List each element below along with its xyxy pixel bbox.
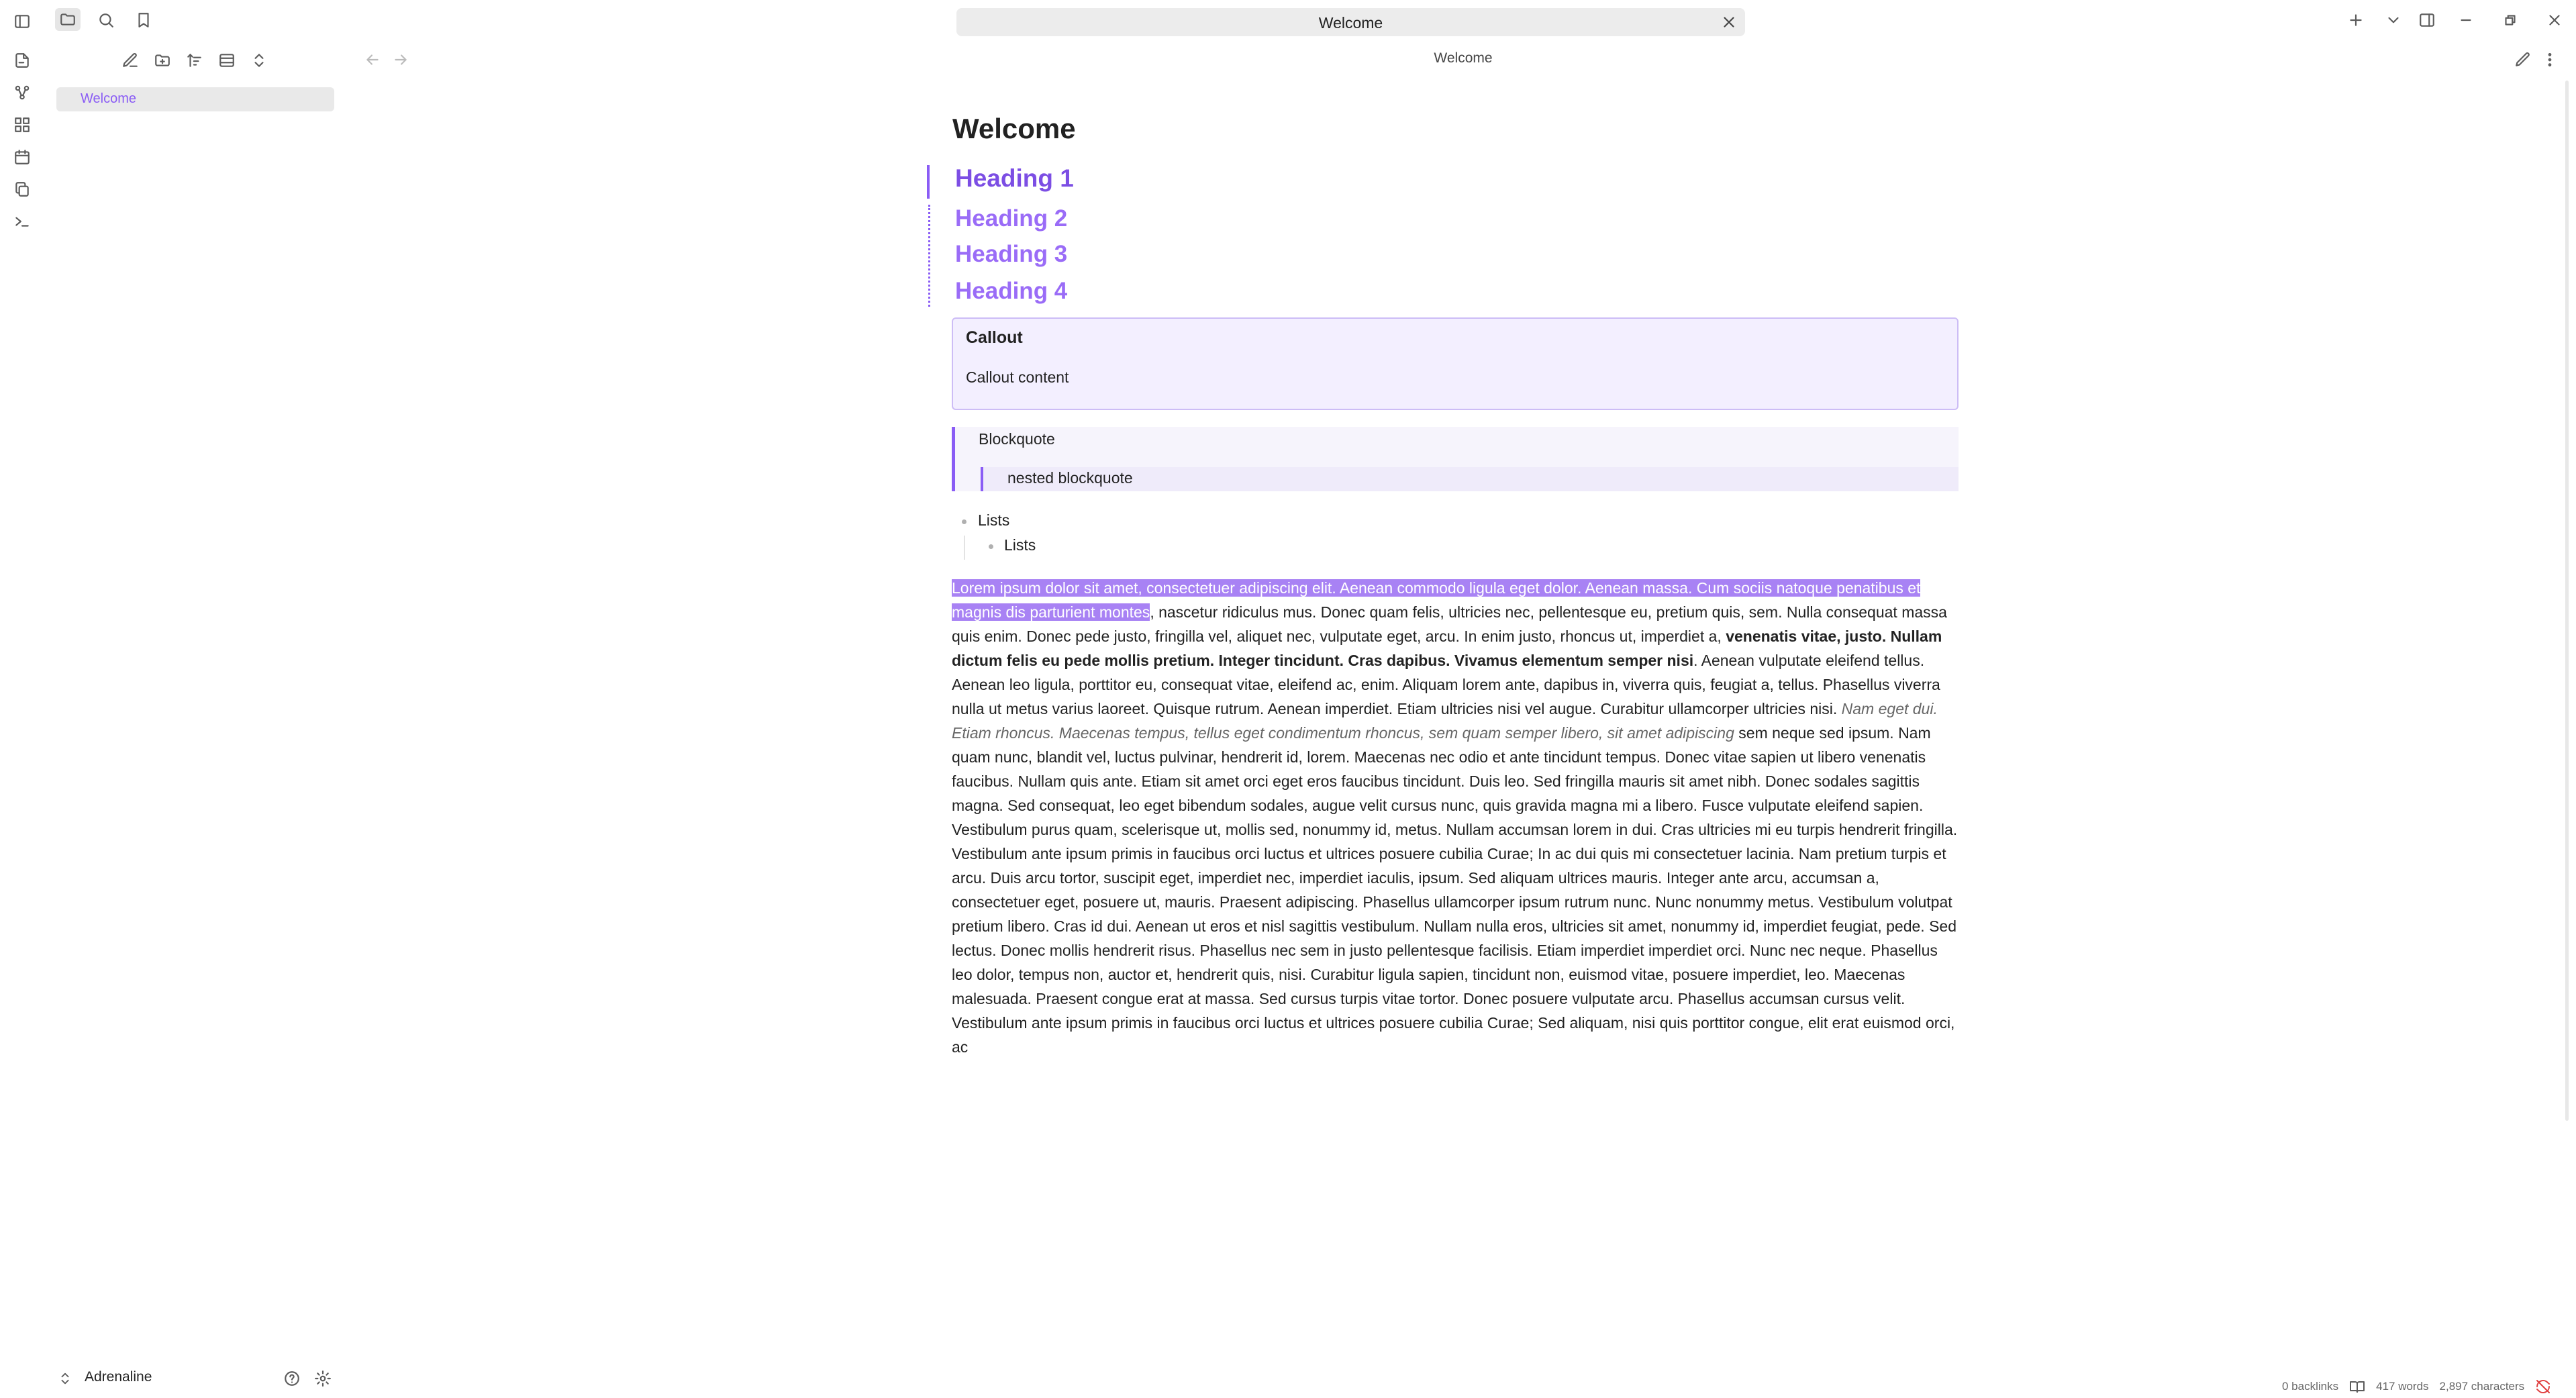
- blockquote[interactable]: Blockquote nested blockquote: [952, 427, 1959, 491]
- ribbon: [0, 0, 44, 1398]
- heading-4[interactable]: Heading 4: [955, 278, 1067, 305]
- file-item-welcome[interactable]: Welcome: [56, 87, 334, 111]
- calendar-icon[interactable]: [11, 146, 33, 168]
- list-indent-guide: [964, 536, 965, 560]
- tab-list-chevron-down-icon[interactable]: [2383, 9, 2404, 31]
- vault-name[interactable]: Adrenaline: [85, 1369, 152, 1385]
- sort-icon[interactable]: [184, 50, 205, 71]
- more-options-icon[interactable]: [2541, 50, 2559, 70]
- terminal-icon[interactable]: [11, 211, 33, 232]
- settings-gear-icon[interactable]: [313, 1368, 333, 1389]
- callout-title: Callout: [966, 328, 1023, 347]
- search-icon[interactable]: [95, 9, 117, 31]
- canvas-icon[interactable]: [11, 114, 33, 136]
- tab-title: Welcome: [1318, 14, 1383, 32]
- vault-switcher-icon[interactable]: [58, 1369, 72, 1388]
- blockquote-text: Blockquote: [979, 430, 1055, 448]
- back-arrow-icon[interactable]: [362, 50, 383, 70]
- minimize-icon[interactable]: [2455, 9, 2477, 31]
- word-count: 417 words: [2376, 1380, 2429, 1393]
- list-item[interactable]: Lists: [978, 511, 1009, 530]
- templates-icon[interactable]: [11, 179, 33, 200]
- character-count: 2,897 characters: [2439, 1380, 2525, 1393]
- bookmark-icon[interactable]: [133, 9, 154, 31]
- tab-welcome[interactable]: Welcome: [956, 8, 1745, 36]
- graph-view-icon[interactable]: [11, 82, 33, 103]
- new-folder-icon[interactable]: [152, 50, 173, 71]
- list-bullet[interactable]: [962, 519, 967, 524]
- editor-scrollbar[interactable]: [2565, 81, 2569, 1121]
- heading-fold-indicator: [927, 165, 930, 199]
- heading-3[interactable]: Heading 3: [955, 241, 1067, 268]
- status-bar: 0 backlinks 417 words 2,897 characters: [2282, 1376, 2551, 1397]
- new-note-icon[interactable]: [119, 50, 141, 71]
- paragraph-text: sem neque sed ipsum. Nam quam nunc, blan…: [952, 724, 1958, 1056]
- close-tab-icon[interactable]: [1720, 13, 1738, 31]
- callout-block[interactable]: Callout Callout content: [952, 317, 1959, 410]
- files-tab-icon[interactable]: [55, 8, 81, 31]
- restore-window-icon[interactable]: [2499, 9, 2521, 31]
- right-sidebar-toggle-icon[interactable]: [2416, 9, 2438, 31]
- heading-2[interactable]: Heading 2: [955, 205, 1067, 232]
- nested-list-item[interactable]: Lists: [1004, 536, 1036, 554]
- close-window-icon[interactable]: [2544, 9, 2565, 31]
- collapse-all-icon[interactable]: [248, 50, 270, 71]
- reading-book-icon[interactable]: [2349, 1379, 2365, 1395]
- sidebar-toggle-icon[interactable]: [11, 11, 33, 32]
- backlinks-count[interactable]: 0 backlinks: [2282, 1380, 2338, 1393]
- heading-1[interactable]: Heading 1: [955, 164, 1074, 193]
- open-quick-switcher-icon[interactable]: [11, 50, 33, 71]
- note-title[interactable]: Welcome: [952, 113, 1076, 145]
- file-explorer-sidebar: Welcome Adrenaline: [44, 0, 345, 1398]
- file-item-label: Welcome: [81, 91, 136, 106]
- auto-reveal-icon[interactable]: [216, 50, 238, 71]
- callout-content: Callout content: [966, 368, 1069, 386]
- lorem-paragraph[interactable]: Lorem ipsum dolor sit amet, consectetuer…: [952, 576, 1960, 1059]
- new-tab-icon[interactable]: [2345, 9, 2367, 31]
- forward-arrow-icon[interactable]: [391, 50, 411, 70]
- sync-error-icon[interactable]: [2535, 1379, 2551, 1395]
- edit-mode-pencil-icon[interactable]: [2513, 50, 2533, 70]
- view-header-title[interactable]: Welcome: [1342, 50, 1584, 66]
- heading-fold-guide: [928, 205, 930, 307]
- nested-blockquote[interactable]: nested blockquote: [981, 467, 1959, 491]
- list-bullet-nested[interactable]: [989, 544, 993, 549]
- help-icon[interactable]: [282, 1368, 302, 1389]
- nested-blockquote-text: nested blockquote: [1007, 469, 1133, 487]
